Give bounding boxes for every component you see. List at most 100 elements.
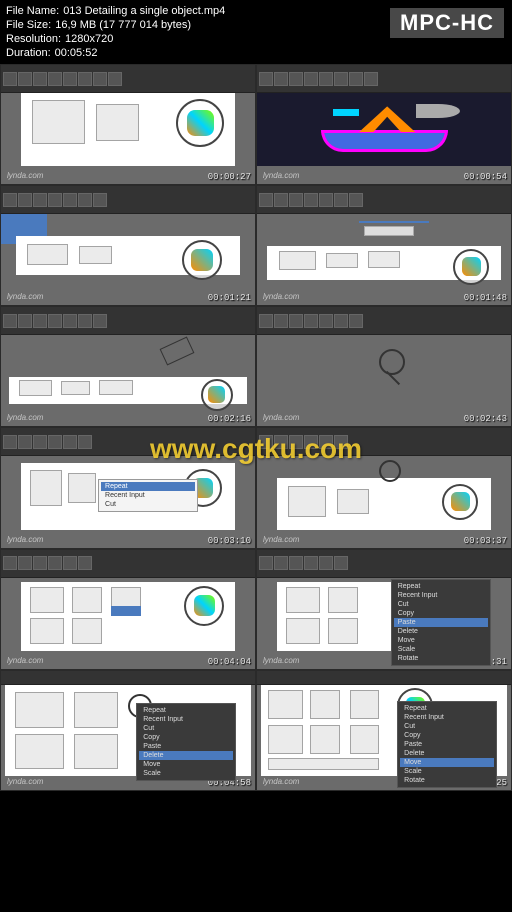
colored-sextant-icon <box>208 386 225 403</box>
menu-item[interactable]: Recent Input <box>394 591 488 600</box>
timecode: 00:02:43 <box>464 414 507 424</box>
thumbnail[interactable]: Repeat Recent Input Cut Copy Paste Delet… <box>256 670 512 791</box>
toolbar-icon <box>274 193 288 207</box>
menu-item[interactable]: Scale <box>139 769 233 778</box>
toolbar-icon <box>304 556 318 570</box>
menu-item[interactable]: Scale <box>400 767 494 776</box>
toolbar-icon <box>334 314 348 328</box>
menu-item[interactable]: Delete <box>400 749 494 758</box>
menu-item[interactable]: Repeat <box>101 482 195 491</box>
thumbnail[interactable]: Repeat Recent Input Cut Copy Paste Delet… <box>256 549 512 670</box>
app-toolbar <box>1 186 255 214</box>
thumbnail[interactable]: Repeat Recent Input Cut lynda.com 00:03:… <box>0 427 256 548</box>
toolbar-icon <box>18 72 32 86</box>
lynda-watermark: lynda.com <box>263 777 299 786</box>
toolbar-icon <box>274 314 288 328</box>
thumbnail-grid: lynda.com 00:00:27 lynda.com 00:00:54 <box>0 64 512 912</box>
line-object <box>359 221 429 223</box>
sextant-scope <box>416 104 460 118</box>
context-menu[interactable]: Repeat Recent Input Cut Copy Paste Delet… <box>391 579 491 666</box>
menu-item[interactable]: Repeat <box>400 704 494 713</box>
drawing-part <box>61 381 90 395</box>
thumbnail[interactable]: lynda.com 00:01:48 <box>256 185 512 306</box>
drawing-part <box>72 618 102 644</box>
toolbar-icon <box>93 314 107 328</box>
menu-item[interactable]: Delete <box>139 751 233 760</box>
thumbnail[interactable]: lynda.com 00:03:37 <box>256 427 512 548</box>
thumbnail[interactable]: lynda.com 00:02:43 <box>256 306 512 427</box>
toolbar-icon <box>304 314 318 328</box>
menu-item[interactable]: Repeat <box>139 706 233 715</box>
app-badge: MPC-HC <box>390 8 504 38</box>
menu-item[interactable]: Cut <box>394 600 488 609</box>
toolbar-icon <box>48 435 62 449</box>
colored-sextant-icon <box>451 492 470 511</box>
file-size-label: File Size: <box>6 18 51 32</box>
toolbar-icon <box>259 314 273 328</box>
drawing-part <box>32 100 86 144</box>
toolbar-icon <box>63 193 77 207</box>
toolbar-icon <box>78 193 92 207</box>
toolbar-icon <box>349 72 363 86</box>
thumbnail[interactable]: lynda.com 00:00:27 <box>0 64 256 185</box>
thumbnail[interactable]: lynda.com 00:04:04 <box>0 549 256 670</box>
drawing-part <box>268 690 302 719</box>
lynda-watermark: lynda.com <box>7 656 43 665</box>
toolbar-icon <box>259 72 273 86</box>
menu-item[interactable]: Move <box>139 760 233 769</box>
toolbar-icon <box>78 314 92 328</box>
toolbar-icon <box>334 72 348 86</box>
menu-item[interactable]: Rotate <box>394 654 488 663</box>
menu-item[interactable]: Copy <box>139 733 233 742</box>
drawing-part <box>74 692 118 728</box>
app-toolbar <box>257 186 511 214</box>
menu-item[interactable]: Copy <box>400 731 494 740</box>
app-toolbar <box>1 550 255 578</box>
duration-label: Duration: <box>6 46 51 60</box>
menu-item[interactable]: Delete <box>394 627 488 636</box>
menu-item[interactable]: Repeat <box>394 582 488 591</box>
menu-item[interactable]: Paste <box>139 742 233 751</box>
thumbnail[interactable]: lynda.com 00:01:21 <box>0 185 256 306</box>
app-toolbar <box>257 428 511 456</box>
toolbar-icon <box>33 72 47 86</box>
drawing-canvas <box>277 478 491 529</box>
selected-dimension <box>111 606 141 616</box>
context-menu[interactable]: Repeat Recent Input Cut <box>98 479 198 512</box>
menu-item[interactable]: Move <box>394 636 488 645</box>
menu-item[interactable]: Recent Input <box>139 715 233 724</box>
timecode: 00:00:54 <box>464 172 507 182</box>
app-toolbar <box>257 671 511 685</box>
thumbnail[interactable]: Repeat Recent Input Cut Copy Paste Delet… <box>0 670 256 791</box>
menu-item[interactable]: Scale <box>394 645 488 654</box>
timecode: 00:01:21 <box>208 293 251 303</box>
app-toolbar <box>1 65 255 93</box>
app-toolbar <box>257 550 511 578</box>
menu-item[interactable]: Cut <box>101 500 195 509</box>
colored-sextant-icon <box>187 110 213 136</box>
menu-item[interactable]: Paste <box>394 618 488 627</box>
menu-item[interactable]: Recent Input <box>101 491 195 500</box>
menu-item[interactable]: Paste <box>400 740 494 749</box>
context-menu[interactable]: Repeat Recent Input Cut Copy Paste Delet… <box>136 703 236 781</box>
menu-item[interactable]: Move <box>400 758 494 767</box>
menu-item[interactable]: Cut <box>400 722 494 731</box>
drawing-part <box>19 380 52 396</box>
menu-item[interactable]: Copy <box>394 609 488 618</box>
drawing-part <box>350 690 380 719</box>
drawing-part <box>279 251 316 270</box>
toolbar-icon <box>289 72 303 86</box>
menu-item[interactable]: Recent Input <box>400 713 494 722</box>
sextant-mirror <box>333 109 358 116</box>
toolbar-icon <box>78 435 92 449</box>
toolbar-icon <box>319 193 333 207</box>
menu-item[interactable]: Cut <box>139 724 233 733</box>
input-field[interactable] <box>364 226 414 236</box>
app-toolbar <box>257 307 511 335</box>
file-name-value: 013 Detailing a single object.mp4 <box>63 4 225 18</box>
thumbnail[interactable]: lynda.com 00:02:16 <box>0 306 256 427</box>
menu-item[interactable]: Rotate <box>400 776 494 785</box>
drawing-part <box>27 244 67 266</box>
thumbnail[interactable]: lynda.com 00:00:54 <box>256 64 512 185</box>
context-menu[interactable]: Repeat Recent Input Cut Copy Paste Delet… <box>397 701 497 788</box>
